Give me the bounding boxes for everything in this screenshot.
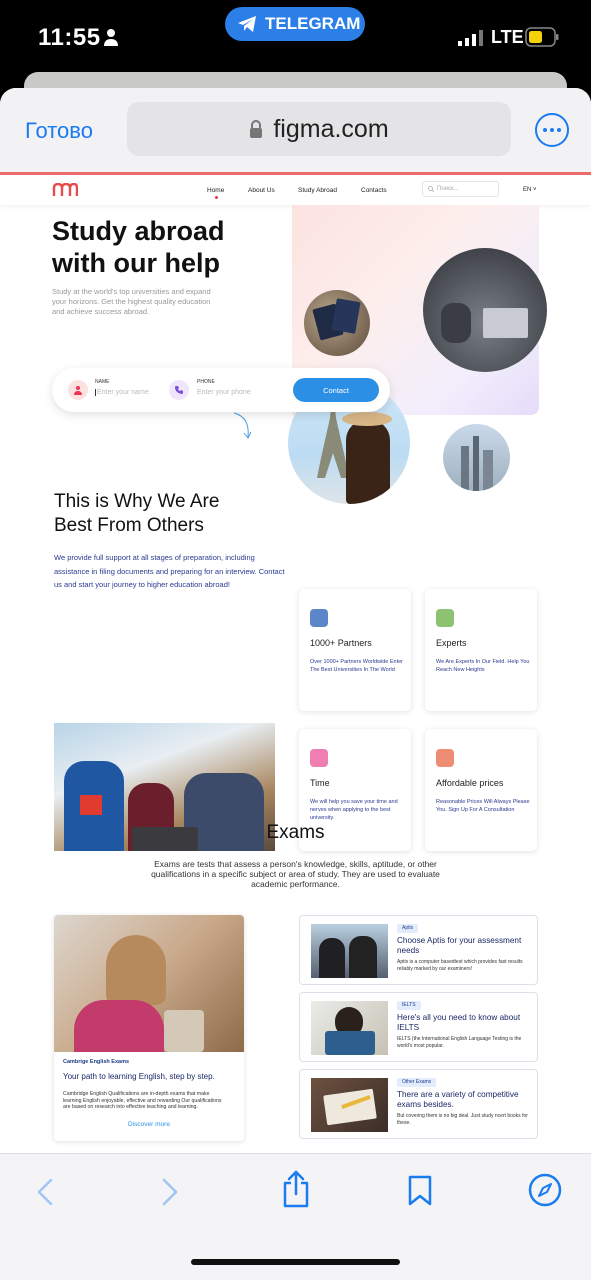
exam-tag: Aptis [397,924,419,933]
signal-icon [458,30,483,46]
clock-icon [310,749,328,767]
site-search-input[interactable]: Поиск... [422,181,499,197]
phone-input[interactable]: Enter your phone [197,389,251,396]
telegram-return-pill[interactable]: TELEGRAM [225,7,365,41]
feature-card-experts: Experts We Are Experts In Our Field. Hel… [425,589,537,711]
language-value: EN [523,187,532,193]
browser-top-bar: Готово figma.com [0,88,591,172]
name-label: NAME [95,379,110,385]
home-indicator [191,1259,400,1265]
telegram-icon [238,16,256,32]
hero-subtitle: Study at the world's top universities an… [52,287,211,316]
expert-icon [436,609,454,627]
exam-item-aptis[interactable]: Aptis Choose Aptis for your assessment n… [299,915,538,985]
exam-desc: IELTS (the International English Languag… [397,1036,522,1049]
hero-title-line2: with our help [52,248,220,278]
arrow-decoration-icon [233,412,252,439]
students-laptop-photo [423,248,547,372]
cambridge-tag: Cambrige English Exams [63,1059,130,1065]
nav-study-abroad[interactable]: Study Abroad [298,187,337,194]
feature-title: Affordable prices [436,778,504,788]
name-input[interactable]: Enter your name [95,389,149,396]
book-icon [310,609,328,627]
phone-icon [169,380,189,400]
contact-form: NAME Enter your name PHONE Enter your ph… [52,368,390,412]
feature-desc: Reasonable Prices Will Always Please You… [436,799,530,813]
hero-title-line1: Study abroad [52,216,225,246]
cambridge-title: Your path to learning English, step by s… [63,1072,215,1081]
feature-title: Experts [436,638,467,648]
exam-item-other[interactable]: Other Exams There are a variety of compe… [299,1069,538,1139]
exam-desc: Aptis is a computer basedtest which prov… [397,959,523,972]
battery-icon [525,27,559,47]
url-text: figma.com [273,114,389,143]
status-bar: 11:55 TELEGRAM LTE [0,0,591,80]
exam-desc: But covering them is no big deal. Just s… [397,1113,528,1126]
exam-title: Here's all you need to know about IELTS [397,1013,521,1032]
telegram-pill-label: TELEGRAM [265,14,361,33]
feature-desc: We Are Experts In Our Field. Help You Re… [436,659,530,673]
search-placeholder: Поиск... [437,186,459,192]
feature-card-partners: 1000+ Partners Over 1000+ Partners World… [299,589,411,711]
done-button[interactable]: Готово [25,118,93,144]
passports-photo [304,290,370,356]
network-type: LTE [491,27,524,47]
site-navbar: Home About Us Study Abroad Contacts Поис… [0,175,591,205]
back-icon[interactable] [36,1178,54,1206]
bookmark-icon[interactable] [407,1174,433,1206]
feature-desc: We will help you save your time and nerv… [310,799,398,821]
exams-title: Exams [266,822,325,843]
feature-desc: Over 1000+ Partners Worldwide Enter The … [310,659,403,673]
more-options-button[interactable] [535,113,569,147]
search-icon [428,186,434,192]
student-studying-photo [54,915,244,1052]
browser-sheet: Готово figma.com Home About Us Study Abr… [0,88,591,1280]
exam-item-ielts[interactable]: IELTS Here's all you need to know about … [299,992,538,1062]
cambridge-desc: Cambridge English Qualifications are in-… [63,1091,222,1110]
compass-icon[interactable] [528,1173,562,1207]
lock-icon [250,120,263,138]
reading-student-photo [311,1001,388,1055]
nav-active-indicator [215,196,218,199]
share-icon[interactable] [282,1170,310,1208]
nav-contacts[interactable]: Contacts [361,187,387,194]
feature-title: Time [310,778,330,788]
user-icon [68,380,88,400]
contact-button[interactable]: Contact [293,378,379,402]
why-title-line1: This is Why We Are [54,491,220,512]
dubai-skyline-photo [443,424,510,491]
website-content: Home About Us Study Abroad Contacts Поис… [0,175,591,1175]
person-icon [104,29,118,46]
why-title: This is Why We Are Best From Others [54,490,284,538]
nav-home[interactable]: Home [207,187,224,194]
exam-tag: Other Exams [397,1078,437,1087]
site-logo[interactable] [52,183,78,197]
phone-label: PHONE [197,379,215,385]
price-icon [436,749,454,767]
exams-subtitle: Exams are tests that assess a person's k… [151,859,440,889]
hero-title: Study abroad with our help [52,215,292,279]
nav-about[interactable]: About Us [248,187,275,194]
why-paragraph: We provide full support at all stages of… [54,553,285,589]
exam-title: There are a variety of competitive exams… [397,1090,519,1109]
status-time: 11:55 [38,24,101,51]
writing-exam-photo [311,1078,388,1132]
exam-tag: IELTS [397,1001,421,1010]
discover-more-link[interactable]: Discover more [54,1121,244,1128]
why-title-line2: Best From Others [54,515,204,536]
feature-title: 1000+ Partners [310,638,372,648]
forward-icon[interactable] [161,1178,179,1206]
cambridge-card: Cambrige English Exams Your path to lear… [54,915,244,1141]
exam-title: Choose Aptis for your assessment needs [397,936,522,955]
language-select[interactable]: EN ˅ [523,187,537,193]
graduates-photo [311,924,388,978]
url-bar[interactable]: figma.com [127,102,511,156]
